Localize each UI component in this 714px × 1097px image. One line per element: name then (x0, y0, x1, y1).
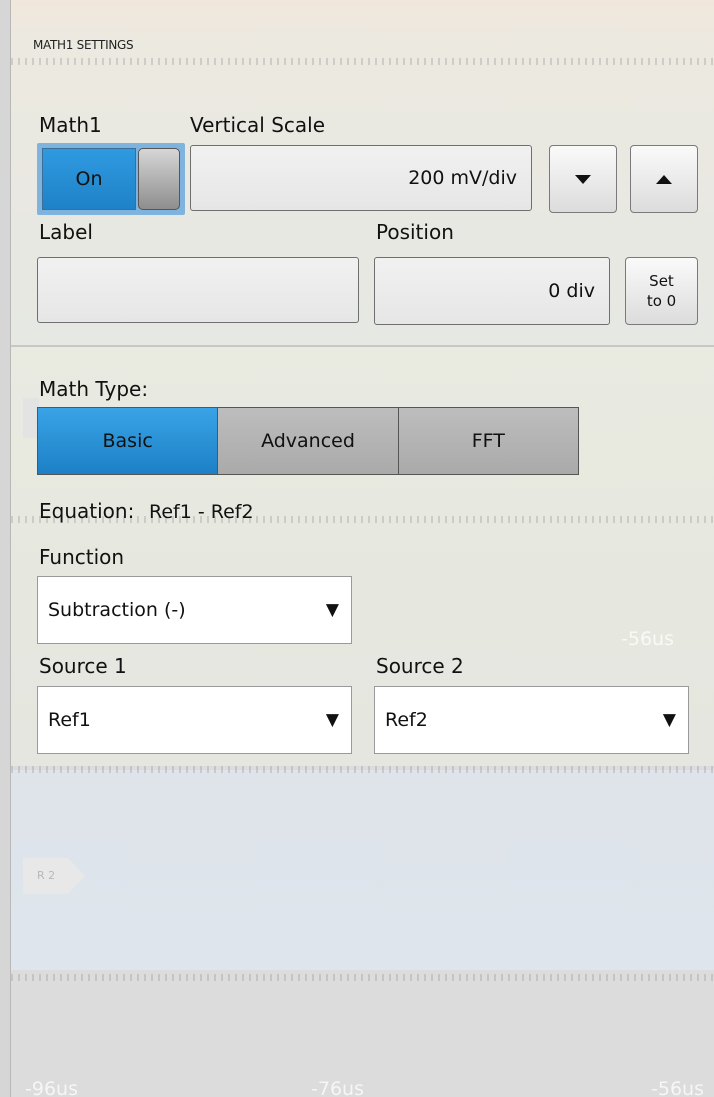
time-label: -96us (25, 1078, 78, 1097)
source1-value: Ref1 (48, 709, 91, 731)
equation-value: Ref1 - Ref2 (149, 501, 254, 523)
math1-settings-panel: R 2 -56us -96us -76us -56us MATH1 SETTIN… (10, 0, 714, 1097)
position-label: Position (376, 220, 454, 244)
scale-up-button[interactable] (630, 145, 698, 213)
time-label: -56us (651, 1078, 704, 1097)
source2-value: Ref2 (385, 709, 428, 731)
triangle-down-icon (575, 174, 591, 184)
toggle-knob (138, 148, 180, 210)
set-to-zero-line1: Set (649, 272, 674, 290)
set-to-zero-line2: to 0 (646, 292, 677, 310)
time-label: -56us (621, 628, 674, 650)
grid-hatch (11, 58, 714, 65)
source1-label: Source 1 (39, 654, 127, 678)
dropdown-arrow-icon: ▼ (325, 600, 339, 620)
math-type-fft[interactable]: FFT (398, 408, 578, 474)
function-value: Subtraction (-) (48, 599, 186, 621)
panel-title: MATH1 SETTINGS (33, 38, 134, 52)
set-to-zero-button[interactable]: Set to 0 (625, 257, 698, 325)
time-label: -76us (311, 1078, 364, 1097)
dropdown-arrow-icon: ▼ (662, 710, 676, 730)
scope-background-waveform (11, 770, 714, 970)
function-dropdown[interactable]: Subtraction (-) ▼ (37, 576, 352, 644)
vertical-scale-label: Vertical Scale (190, 113, 326, 137)
math1-toggle[interactable]: On (37, 143, 185, 215)
function-label: Function (39, 545, 125, 569)
section-divider (11, 345, 714, 347)
toggle-on-state: On (42, 148, 136, 210)
math-type-label: Math Type: (39, 377, 149, 401)
math-type-advanced[interactable]: Advanced (218, 408, 399, 474)
vertical-scale-field[interactable]: 200 mV/div (190, 145, 532, 211)
grid-hatch (11, 974, 714, 981)
triangle-up-icon (656, 174, 672, 184)
position-field[interactable]: 0 div (374, 257, 610, 325)
dropdown-arrow-icon: ▼ (325, 710, 339, 730)
grid-hatch (11, 766, 714, 773)
math-type-basic[interactable]: Basic (38, 408, 219, 474)
math-type-selector: Basic Advanced FFT (37, 407, 579, 475)
scale-down-button[interactable] (549, 145, 617, 213)
source2-dropdown[interactable]: Ref2 ▼ (374, 686, 689, 754)
source1-dropdown[interactable]: Ref1 ▼ (37, 686, 352, 754)
source2-label: Source 2 (376, 654, 464, 678)
label-field-label: Label (39, 220, 93, 244)
label-input[interactable] (37, 257, 359, 323)
equation-label: Equation: (39, 499, 135, 523)
math1-label: Math1 (39, 113, 102, 137)
